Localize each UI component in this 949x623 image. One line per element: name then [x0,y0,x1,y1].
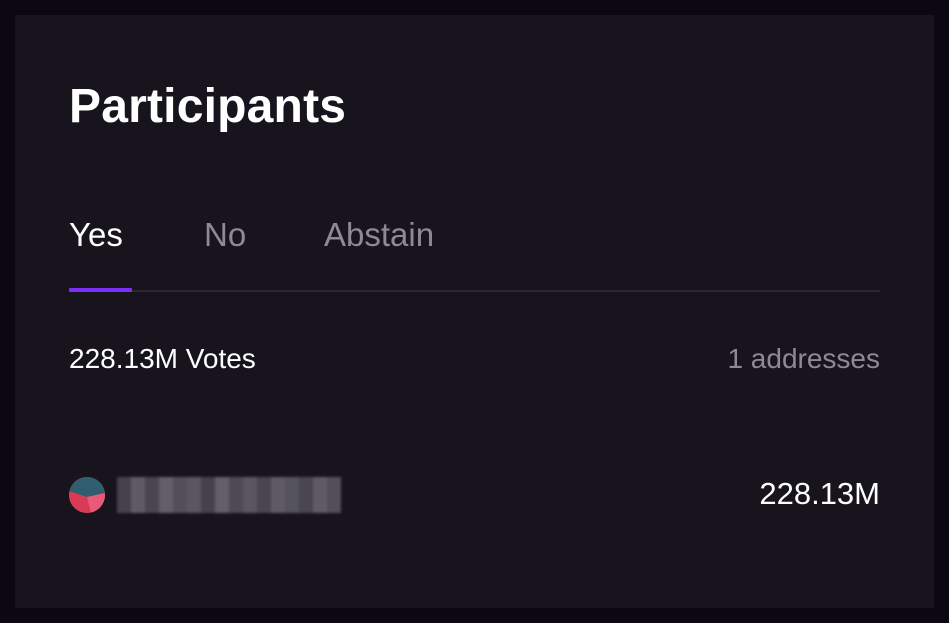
total-votes: 228.13M Votes [69,343,256,374]
redacted-address[interactable] [117,477,341,513]
tabs-divider [69,290,880,292]
participant-votes: 228.13M [759,476,880,511]
tab-abstain[interactable]: Abstain [324,215,434,255]
participants-panel: Participants Yes No Abstain 228.13M Vote… [15,15,934,608]
tab-no[interactable]: No [204,215,246,255]
active-tab-indicator [69,288,132,292]
participant-row[interactable]: 228.13M [69,471,880,517]
tab-yes[interactable]: Yes [69,215,123,255]
panel-title: Participants [69,80,347,133]
address-count: 1 addresses [727,343,880,374]
identicon-avatar-icon [69,477,105,513]
